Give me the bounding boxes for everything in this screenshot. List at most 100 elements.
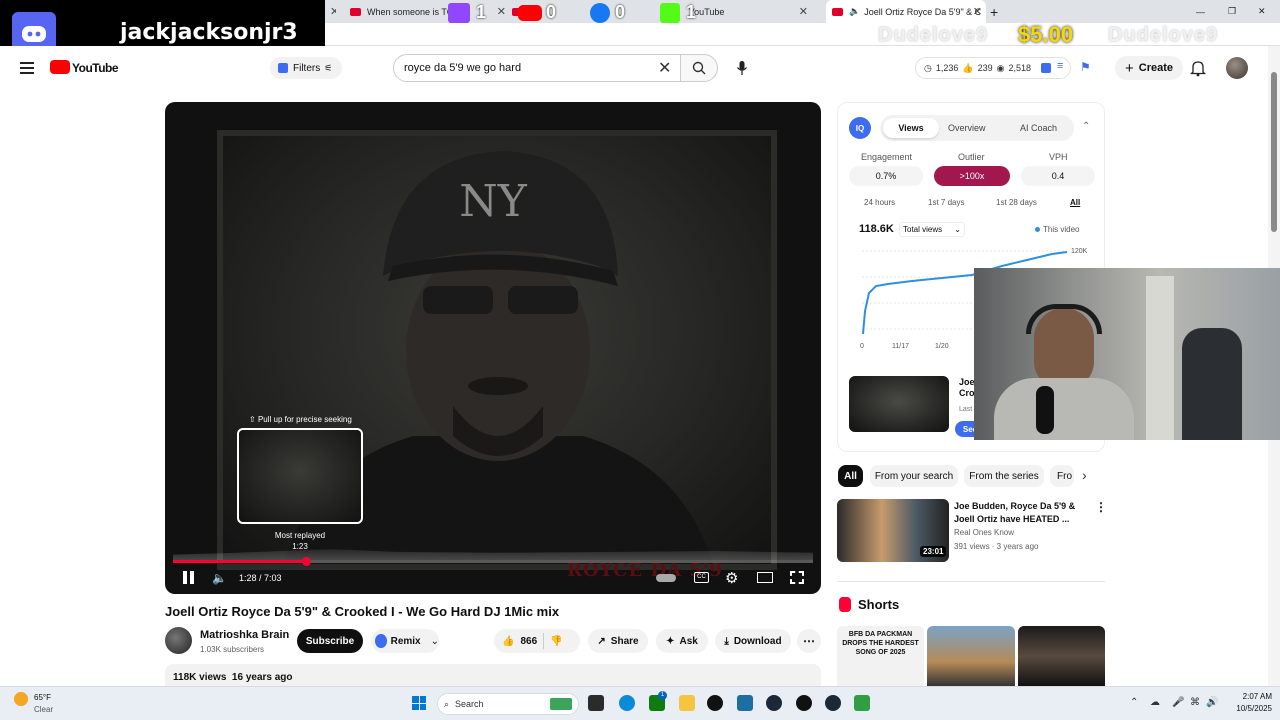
metric-select[interactable]: Total views ⌄ bbox=[899, 222, 965, 237]
tiktok-studio-icon[interactable] bbox=[796, 695, 812, 711]
donation-amount: $5.00 bbox=[1018, 22, 1074, 47]
tab-close-icon[interactable]: ✕ bbox=[330, 0, 336, 23]
taskbar-search[interactable]: ⌕ Search bbox=[437, 693, 579, 715]
donation-ticker-2: Dudelove9 bbox=[1108, 24, 1219, 46]
volume-icon[interactable]: 🔈 bbox=[212, 571, 227, 585]
weather-moon-icon[interactable] bbox=[14, 692, 28, 706]
chevron-up-icon[interactable]: ⌃ bbox=[1130, 697, 1138, 708]
iq-icon bbox=[375, 634, 387, 648]
thumbs-down-icon[interactable]: 👎 bbox=[550, 636, 562, 647]
chevron-down-icon[interactable]: ⌄ bbox=[431, 636, 439, 647]
thumbs-up-icon[interactable]: 👍 bbox=[502, 636, 514, 647]
duration-badge: 23:01 bbox=[920, 546, 947, 557]
network-icon[interactable]: ⌘ bbox=[1190, 697, 1200, 708]
chevron-right-icon[interactable]: › bbox=[1082, 467, 1087, 483]
person-body bbox=[994, 378, 1134, 440]
related-video-thumbnail[interactable] bbox=[849, 376, 949, 432]
pause-button[interactable] bbox=[183, 571, 195, 585]
channel-name[interactable]: Matrioshka Brain bbox=[200, 629, 289, 641]
app-icon[interactable] bbox=[854, 695, 870, 711]
theater-mode-icon[interactable] bbox=[757, 572, 773, 583]
microphone-tray-icon[interactable]: 🎤 bbox=[1172, 697, 1184, 708]
video-player[interactable]: NY ⇧ Pull up for precise seeking Most re… bbox=[165, 102, 821, 594]
list-icon[interactable]: ≡ bbox=[1057, 60, 1063, 72]
search-icon bbox=[692, 61, 706, 75]
short-thumbnail[interactable] bbox=[1018, 626, 1105, 686]
chip-from-the-series[interactable]: From the series bbox=[964, 465, 1044, 487]
subscribe-button[interactable]: Subscribe bbox=[297, 629, 363, 653]
tab-views[interactable]: Views bbox=[883, 118, 939, 138]
photos-icon[interactable] bbox=[737, 695, 753, 711]
new-tab-button[interactable]: + bbox=[990, 0, 1004, 23]
clock-date[interactable]: 10/5/2025 bbox=[1226, 704, 1272, 713]
scrollbar-thumb[interactable] bbox=[1271, 72, 1277, 232]
account-avatar[interactable] bbox=[1226, 57, 1248, 79]
metric-value-outlier: >100x bbox=[934, 166, 1010, 186]
edge-icon[interactable] bbox=[619, 695, 635, 711]
file-explorer-icon[interactable] bbox=[679, 695, 695, 711]
close-icon[interactable]: ✕ bbox=[799, 5, 808, 18]
range-all[interactable]: All bbox=[1070, 198, 1080, 207]
video-title: Joell Ortiz Royce Da 5'9" & Crooked I - … bbox=[165, 604, 560, 619]
short-thumbnail[interactable] bbox=[927, 626, 1015, 686]
chip-from-your-search[interactable]: From your search bbox=[870, 465, 958, 487]
iq-extension-icon[interactable] bbox=[1041, 63, 1051, 73]
clear-search-icon[interactable]: ✕ bbox=[658, 58, 671, 78]
metric-label-engagement: Engagement bbox=[861, 152, 913, 162]
range-24-hours[interactable]: 24 hours bbox=[864, 198, 895, 207]
task-view-icon[interactable] bbox=[588, 695, 604, 711]
speaker-icon[interactable]: 🔈 bbox=[849, 6, 860, 17]
share-icon: ↗ bbox=[597, 635, 606, 647]
remix-button[interactable]: Remix ⌄ bbox=[371, 629, 439, 653]
steam-icon[interactable] bbox=[766, 695, 782, 711]
tab-overview[interactable]: Overview bbox=[948, 123, 986, 133]
weather-temp[interactable]: 65°F bbox=[34, 693, 51, 702]
tiktok-icon[interactable] bbox=[707, 695, 723, 711]
progress-scrubber[interactable] bbox=[302, 557, 311, 566]
range-first-28-days[interactable]: 1st 28 days bbox=[996, 198, 1037, 207]
short-thumbnail[interactable]: BFB DA PACKMAN DROPS THE HARDEST SONG OF… bbox=[837, 626, 924, 686]
chip-all[interactable]: All bbox=[838, 465, 863, 487]
steam-2-icon[interactable] bbox=[825, 695, 841, 711]
close-icon[interactable]: ✕ bbox=[973, 5, 982, 18]
window-close-button[interactable]: ✕ bbox=[1258, 0, 1272, 23]
maximize-button[interactable]: ❐ bbox=[1228, 0, 1242, 23]
download-button[interactable]: ⤓ Download bbox=[715, 629, 791, 653]
related-video-title[interactable]: Joe bbox=[959, 377, 975, 387]
notifications-bell-icon[interactable] bbox=[1189, 59, 1207, 77]
related-video-title-2[interactable]: Cro bbox=[959, 388, 975, 398]
close-icon[interactable]: ✕ bbox=[497, 5, 506, 18]
menu-icon[interactable] bbox=[20, 62, 34, 74]
chip-partial[interactable]: Fro bbox=[1050, 465, 1074, 487]
youtube-favicon-icon bbox=[350, 7, 361, 16]
browser-tab-active[interactable]: 🔈 Joell Ortiz Royce Da 5'9" & C ✕ bbox=[826, 0, 986, 23]
more-options-icon[interactable]: ⋮ bbox=[1095, 500, 1107, 514]
channel-avatar[interactable] bbox=[165, 627, 192, 654]
filters-button[interactable]: Filters ⚟ bbox=[270, 57, 342, 79]
youtube-logo-icon[interactable] bbox=[50, 60, 70, 74]
search-button[interactable] bbox=[680, 54, 718, 82]
range-first-7-days[interactable]: 1st 7 days bbox=[928, 198, 964, 207]
recommended-channel[interactable]: Real Ones Know bbox=[954, 528, 1014, 537]
share-button[interactable]: ↗ Share bbox=[588, 629, 648, 653]
cloud-icon[interactable]: ☁ bbox=[1150, 697, 1160, 708]
sliders-icon: ⚟ bbox=[324, 62, 333, 73]
collapse-icon[interactable]: ⌃ bbox=[1082, 121, 1090, 132]
youtube-logo-text[interactable]: YouTube bbox=[72, 61, 119, 75]
fullscreen-icon[interactable] bbox=[790, 571, 804, 584]
clock-time[interactable]: 2:07 AM bbox=[1236, 692, 1272, 701]
create-button[interactable]: + Create bbox=[1115, 56, 1183, 80]
microphone-icon[interactable] bbox=[736, 60, 748, 76]
captions-icon[interactable]: CC bbox=[694, 572, 709, 583]
rocket-icon[interactable]: ⚑ bbox=[1080, 60, 1091, 74]
windows-start-icon[interactable] bbox=[412, 696, 426, 710]
recommended-title[interactable]: Joe Budden, Royce Da 5'9 & Joell Ortiz h… bbox=[954, 500, 1084, 526]
tab-ai-coach[interactable]: AI Coach bbox=[1020, 123, 1057, 133]
autoplay-toggle[interactable] bbox=[656, 574, 676, 582]
more-actions-icon[interactable]: ⋯ bbox=[797, 629, 821, 653]
speaker-tray-icon[interactable]: 🔊 bbox=[1206, 697, 1218, 708]
search-input[interactable]: royce da 5'9 we go hard bbox=[393, 54, 681, 82]
ask-button[interactable]: ✦ Ask bbox=[656, 629, 708, 653]
settings-gear-icon[interactable]: ⚙ bbox=[725, 569, 738, 587]
minimize-button[interactable]: — bbox=[1196, 0, 1210, 23]
